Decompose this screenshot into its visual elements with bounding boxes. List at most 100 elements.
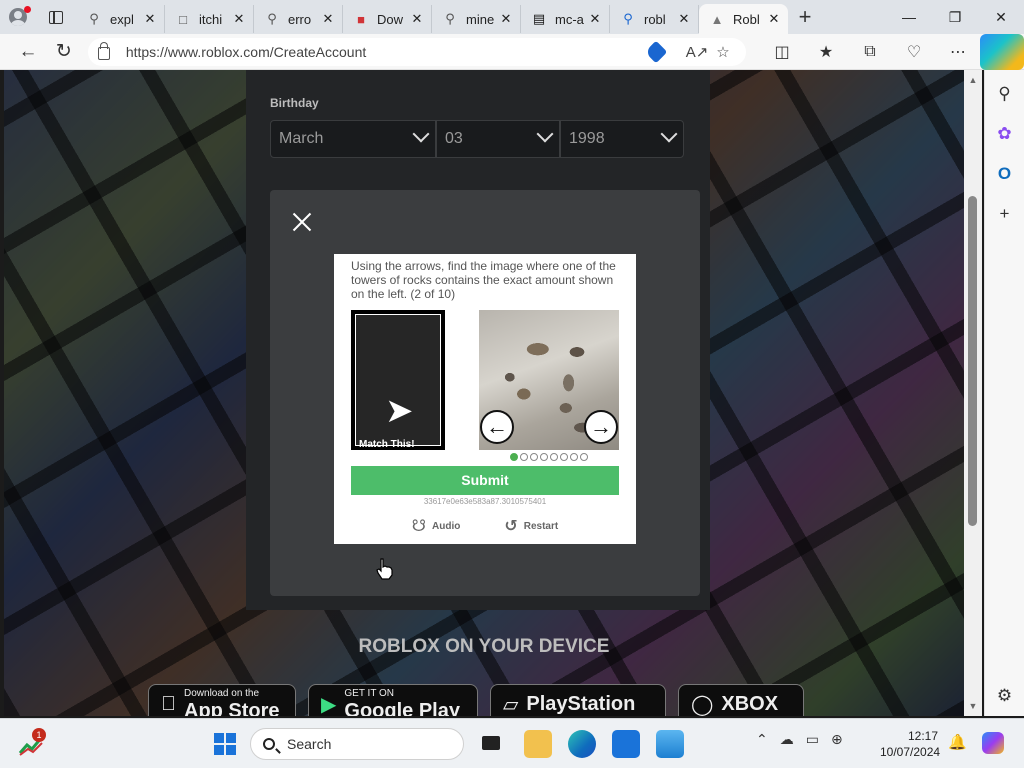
back-button[interactable]: ← bbox=[10, 34, 46, 70]
app-store-badge[interactable]:  Download on theApp Store bbox=[148, 684, 296, 716]
sidebar-add-icon[interactable]: + bbox=[989, 194, 1021, 234]
tab-mc-a[interactable]: ▤ mc-a ✕ bbox=[521, 5, 610, 33]
session-id: 33617e0e63e583a87.3010575401 bbox=[423, 497, 547, 506]
right-arrow-button[interactable]: → bbox=[584, 410, 618, 444]
tab-label: erro bbox=[288, 11, 312, 27]
search-icon: ⚲ bbox=[445, 11, 455, 26]
match-reference-image: ➤ Match This! bbox=[351, 310, 445, 450]
scroll-thumb[interactable] bbox=[968, 196, 977, 526]
play-icon: ▶ bbox=[321, 693, 337, 716]
tab-expl[interactable]: ⚲ expl ✕ bbox=[76, 5, 165, 33]
display-icon[interactable]: ▭ bbox=[806, 731, 819, 748]
tab-actions-button[interactable] bbox=[36, 0, 76, 34]
page-scrollbar[interactable]: ▲ ▼ bbox=[964, 70, 982, 716]
captcha-instruction: Using the arrows, find the image where o… bbox=[351, 259, 616, 301]
close-tab-icon[interactable]: ✕ bbox=[766, 11, 782, 27]
close-icon[interactable] bbox=[290, 210, 314, 234]
browser-toolbar: ← ↻ https://www.roblox.com/CreateAccount… bbox=[0, 33, 1024, 70]
close-tab-icon[interactable]: ✕ bbox=[498, 11, 514, 27]
chevron-down-icon bbox=[412, 125, 430, 143]
network-icon[interactable]: ⊕ bbox=[831, 731, 843, 748]
audio-button[interactable]: ☋ Audio bbox=[412, 516, 461, 536]
microsoft-store-icon[interactable] bbox=[612, 730, 640, 758]
roblox-icon: ▲ bbox=[710, 11, 724, 27]
tab-robl[interactable]: ⚲ robl ✕ bbox=[610, 5, 699, 33]
start-button[interactable] bbox=[214, 733, 236, 755]
sidebar-outlook-icon[interactable]: O bbox=[989, 154, 1021, 194]
notification-bell-icon[interactable]: 🔔 bbox=[948, 733, 967, 751]
pagination-dot bbox=[570, 453, 578, 461]
sidebar-search-icon[interactable]: ⚲ bbox=[989, 74, 1021, 114]
cloud-sync-icon[interactable]: ☁ bbox=[780, 731, 794, 748]
tab-dow[interactable]: ■ Dow ✕ bbox=[343, 5, 432, 33]
submit-button[interactable]: Submit bbox=[351, 466, 619, 495]
xbox-badge[interactable]: ◯ XBOX bbox=[678, 684, 804, 716]
playstation-badge[interactable]: ▱ PlayStation bbox=[490, 684, 666, 716]
minimize-button[interactable]: — bbox=[886, 0, 932, 34]
store-big-text: App Store bbox=[169, 699, 280, 717]
arrow-cursor-icon: ➤ bbox=[385, 392, 414, 430]
pagination-dot bbox=[520, 453, 528, 461]
clock[interactable]: 12:17 10/07/2024 bbox=[880, 728, 940, 760]
close-tab-icon[interactable]: ✕ bbox=[231, 11, 247, 27]
scroll-up-icon[interactable]: ▲ bbox=[964, 72, 982, 88]
more-menu-icon[interactable]: ⋯ bbox=[936, 34, 980, 70]
profile-button[interactable] bbox=[0, 0, 36, 34]
lock-icon bbox=[97, 41, 110, 60]
google-play-badge[interactable]: ▶ GET IT ON Google Play bbox=[308, 684, 478, 716]
sidebar-copilot-icon[interactable]: ✿ bbox=[989, 114, 1021, 154]
close-tab-icon[interactable]: ✕ bbox=[587, 11, 603, 27]
store-small-text: GET IT ON bbox=[344, 687, 395, 699]
refresh-button[interactable]: ↻ bbox=[46, 34, 82, 70]
url-text: https://www.roblox.com/CreateAccount bbox=[125, 43, 367, 60]
tab-mine[interactable]: ⚲ mine ✕ bbox=[432, 5, 521, 33]
task-view-icon[interactable] bbox=[478, 730, 506, 758]
close-tab-icon[interactable]: ✕ bbox=[320, 11, 336, 27]
close-window-button[interactable]: ✕ bbox=[978, 0, 1024, 34]
photos-app-icon[interactable] bbox=[656, 730, 684, 758]
windows-taskbar: 1 Search ⌃ ☁ ▭ ⊕ 12:17 10/07/2024 🔔 bbox=[0, 718, 1024, 768]
browser-essentials-icon[interactable]: ♡ bbox=[892, 34, 936, 70]
pagination-dot bbox=[560, 453, 568, 461]
address-bar[interactable]: https://www.roblox.com/CreateAccount A↗ … bbox=[87, 37, 747, 66]
read-aloud-icon[interactable]: A↗ bbox=[684, 43, 710, 61]
sidebar-settings-icon[interactable]: ⚙ bbox=[989, 676, 1021, 716]
apple-icon:  bbox=[161, 693, 176, 716]
month-select[interactable]: March bbox=[270, 120, 436, 158]
taskbar-search[interactable]: Search bbox=[250, 728, 464, 760]
restart-button[interactable]: ↺ Restart bbox=[504, 516, 558, 536]
close-tab-icon[interactable]: ✕ bbox=[142, 11, 158, 27]
new-tab-button[interactable]: + bbox=[788, 0, 822, 34]
pagination-dot bbox=[540, 453, 548, 461]
edge-sidebar: ⚲ ✿ O + ⚙ bbox=[984, 70, 1024, 716]
store-big-text: PlayStation bbox=[526, 693, 636, 715]
scroll-down-icon[interactable]: ▼ bbox=[964, 698, 982, 714]
left-arrow-button[interactable]: ← bbox=[480, 410, 514, 444]
copilot-button[interactable] bbox=[980, 33, 1024, 70]
tab-erro[interactable]: ⚲ erro ✕ bbox=[254, 5, 343, 33]
windows-logo-pane bbox=[226, 733, 236, 743]
day-select[interactable]: 03 bbox=[436, 120, 560, 158]
close-tab-icon[interactable]: ✕ bbox=[676, 11, 692, 27]
audio-label: Audio bbox=[432, 520, 461, 532]
search-icon: ⚲ bbox=[89, 11, 99, 26]
tab-label: expl bbox=[110, 11, 134, 27]
shopping-tag-icon[interactable] bbox=[644, 40, 668, 63]
copilot-taskbar-icon[interactable] bbox=[982, 732, 1004, 754]
collections-icon[interactable]: ⧉ bbox=[848, 34, 892, 70]
favorite-star-icon[interactable]: ☆ bbox=[710, 43, 736, 61]
store-big-text: XBOX bbox=[721, 693, 779, 715]
file-explorer-icon[interactable] bbox=[524, 730, 552, 758]
search-icon: ⚲ bbox=[267, 11, 277, 26]
captcha-box: Using the arrows, find the image where o… bbox=[334, 254, 636, 544]
close-tab-icon[interactable]: ✕ bbox=[409, 11, 425, 27]
year-select[interactable]: 1998 bbox=[560, 120, 684, 158]
chevron-up-icon[interactable]: ⌃ bbox=[756, 731, 768, 748]
tab-itchi[interactable]: □ itchi ✕ bbox=[165, 5, 254, 33]
tab-roblox-active[interactable]: ▲ Robl ✕ bbox=[699, 4, 788, 34]
edge-browser-icon[interactable] bbox=[568, 730, 596, 758]
split-screen-icon[interactable]: ◫ bbox=[760, 34, 804, 70]
favorites-icon[interactable]: ★ bbox=[804, 34, 848, 70]
restore-button[interactable]: ❐ bbox=[932, 0, 978, 34]
store-small-text: Download on the bbox=[169, 687, 259, 699]
